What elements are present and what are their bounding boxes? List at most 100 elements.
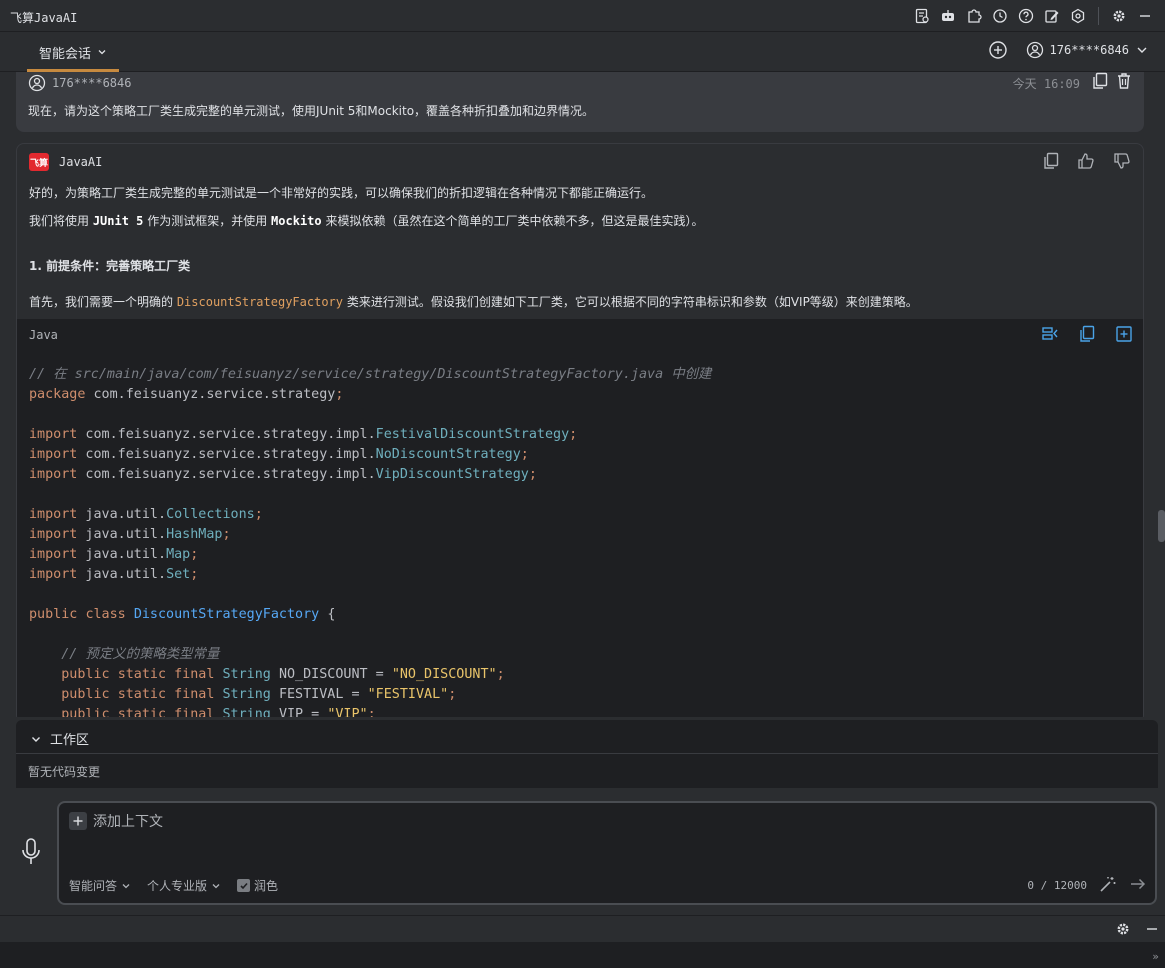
- title-bar: 飞算JavaAI: [0, 0, 1165, 32]
- code-keyword: final: [174, 667, 215, 682]
- copy-code-icon[interactable]: [1079, 325, 1095, 343]
- toolbar-divider: [1098, 7, 1099, 25]
- gear-icon[interactable]: [1109, 6, 1129, 26]
- code-type: String: [222, 687, 271, 702]
- polish-checkbox[interactable]: 润色: [237, 877, 278, 894]
- tab-bar: 智能会话 176****6846: [0, 32, 1165, 72]
- tab-smart-chat[interactable]: 智能会话: [27, 32, 120, 72]
- code-token: java.util.: [77, 547, 167, 562]
- user-account-label: 176****6846: [1049, 43, 1129, 57]
- chat-scrollbar[interactable]: [1158, 510, 1165, 542]
- code-constant: FESTIVAL: [278, 687, 344, 702]
- chevron-down-icon: [212, 883, 220, 888]
- workarea-empty-text: 暂无代码变更: [28, 765, 101, 779]
- code-string: "FESTIVAL": [367, 687, 449, 702]
- chat-history[interactable]: 176****6846 今天 16:09 现在，请为这个策略工厂类生成完整的单元…: [0, 72, 1160, 717]
- input-area: 添加上下文 智能问答 个人专业版 润色 0 / 12000: [0, 789, 1165, 915]
- code-class-ref: HashMap: [166, 527, 223, 542]
- char-counter: 0 / 12000: [1027, 879, 1087, 892]
- add-context-label: 添加上下文: [93, 814, 163, 830]
- plus-icon: [69, 812, 87, 830]
- edition-label: 个人专业版: [147, 879, 208, 893]
- send-arrow-icon[interactable]: [1129, 875, 1147, 893]
- user-account-menu[interactable]: 176****6846: [1026, 41, 1149, 59]
- copy-icon[interactable]: [1092, 72, 1108, 90]
- chevron-down-icon: [122, 883, 130, 888]
- code-keyword: static: [117, 667, 167, 682]
- code-token: com.feisuanyz.service.strategy.impl.: [77, 447, 376, 462]
- history-icon[interactable]: [990, 6, 1010, 26]
- microphone-icon[interactable]: [20, 837, 42, 867]
- copy-icon[interactable]: [1043, 152, 1059, 170]
- code-class-name: DiscountStrategyFactory: [133, 607, 320, 622]
- workarea-title: 工作区: [50, 733, 90, 748]
- robot-icon[interactable]: [938, 6, 958, 26]
- code-token: ;: [448, 687, 457, 702]
- code-language-label: Java: [29, 328, 58, 342]
- code-keyword: import: [29, 547, 78, 562]
- code-token: ;: [222, 527, 231, 542]
- text-segment: 类来进行测试。假设我们创建如下工厂类，它可以根据不同的字符串标识和参数（如VIP…: [343, 295, 918, 309]
- document-settings-icon[interactable]: [912, 6, 932, 26]
- code-keyword: public: [29, 607, 78, 622]
- thumbs-down-icon[interactable]: [1113, 152, 1131, 170]
- user-avatar-icon: [1026, 41, 1043, 59]
- mode-selector[interactable]: 智能问答: [69, 877, 131, 894]
- chevron-down-icon: [32, 736, 40, 742]
- minimize-icon[interactable]: [1145, 922, 1159, 936]
- code-token: =: [343, 687, 368, 702]
- mockito-label: Mockito: [271, 214, 322, 228]
- code-token: ;: [367, 707, 376, 717]
- ai-message-actions: [1043, 152, 1131, 170]
- checkbox-checked-icon: [237, 879, 251, 892]
- code-keyword: import: [29, 427, 78, 442]
- send-actions: [1099, 875, 1147, 893]
- code-keyword: final: [174, 687, 215, 702]
- bottom-tool-icons: [1115, 921, 1159, 937]
- code-keyword: static: [117, 707, 167, 717]
- text-segment: 来模拟依赖（虽然在这个简单的工厂类中依赖不多，但这是最佳实践）。: [321, 214, 704, 228]
- code-constant: NO_DISCOUNT: [278, 667, 368, 682]
- delete-icon[interactable]: [1116, 72, 1132, 90]
- more-chevron-icon[interactable]: »: [1152, 950, 1159, 963]
- window-title: 飞算JavaAI: [10, 11, 78, 25]
- polish-label: 润色: [254, 879, 279, 893]
- ai-paragraph-frameworks: 我们将使用 JUnit 5 作为测试框架，并使用 Mockito 来模拟依赖（虽…: [29, 212, 703, 229]
- hexagon-settings-icon[interactable]: [1068, 6, 1088, 26]
- tab-label: 智能会话: [39, 46, 92, 62]
- gear-icon[interactable]: [1115, 921, 1131, 937]
- magic-wand-icon[interactable]: [1099, 875, 1117, 893]
- insert-code-icon[interactable]: [1115, 325, 1133, 343]
- code-string: "VIP": [327, 707, 368, 717]
- user-message-card: 176****6846 今天 16:09 现在，请为这个策略工厂类生成完整的单元…: [16, 72, 1144, 132]
- workarea-toggle[interactable]: 工作区: [30, 729, 89, 748]
- add-context-button[interactable]: 添加上下文: [69, 811, 163, 831]
- status-bar: »: [0, 942, 1165, 968]
- text-segment: 作为测试框架，并使用: [143, 214, 272, 228]
- edit-icon[interactable]: [1042, 6, 1062, 26]
- tab-bar-actions: 176****6846: [988, 40, 1149, 60]
- code-token: com.feisuanyz.service.strategy: [85, 387, 336, 402]
- code-type: String: [222, 707, 271, 717]
- chevron-down-icon: [98, 50, 106, 55]
- code-token: =: [303, 707, 328, 717]
- minimize-icon[interactable]: [1135, 6, 1155, 26]
- input-options: 智能问答 个人专业版 润色: [69, 877, 278, 894]
- user-message-header: 176****6846: [28, 74, 131, 92]
- new-chat-icon[interactable]: [988, 40, 1008, 60]
- user-message-text: 现在，请为这个策略工厂类生成完整的单元测试，使用JUnit 5和Mockito，…: [28, 104, 595, 118]
- code-keyword: package: [29, 387, 86, 402]
- edition-selector[interactable]: 个人专业版: [147, 877, 221, 894]
- diff-compare-icon[interactable]: [1041, 325, 1059, 343]
- feisuan-logo: 飞算: [29, 153, 49, 171]
- code-content[interactable]: // 在 src/main/java/com/feisuanyz/service…: [29, 365, 711, 717]
- chat-input-box[interactable]: 添加上下文 智能问答 个人专业版 润色 0 / 12000: [57, 801, 1157, 905]
- code-keyword: public: [61, 707, 110, 717]
- user-message-time: 今天 16:09: [1012, 77, 1080, 91]
- code-keyword: final: [174, 707, 215, 717]
- thumbs-up-icon[interactable]: [1077, 152, 1095, 170]
- mode-label: 智能问答: [69, 879, 118, 893]
- help-icon[interactable]: [1016, 6, 1036, 26]
- puzzle-icon[interactable]: [964, 6, 984, 26]
- ai-message-header: 飞算 JavaAI: [29, 153, 102, 171]
